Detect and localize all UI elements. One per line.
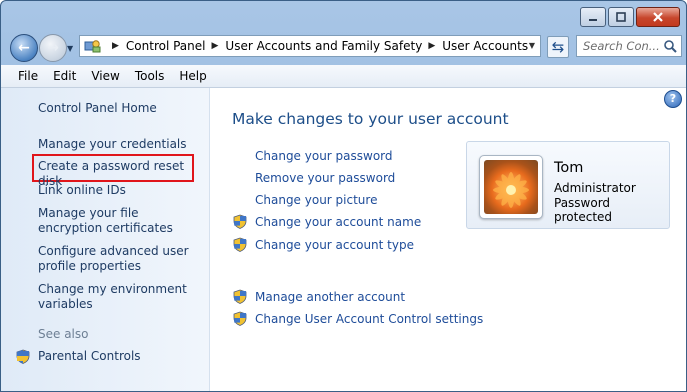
chevron-down-icon: ▼ — [67, 44, 74, 53]
uac-settings-link[interactable]: Change User Account Control settings — [255, 312, 483, 326]
refresh-button[interactable]: ⇆ — [547, 36, 569, 58]
user-password-status: Password protected — [554, 196, 613, 224]
task-pane: Control Panel Home Manage your credentia… — [1, 88, 210, 391]
breadcrumb-label: User Accounts and Family Safety — [225, 39, 423, 53]
search-icon[interactable] — [663, 39, 677, 53]
back-button[interactable]: ← — [10, 34, 38, 62]
page-title: Make changes to your user account — [232, 110, 509, 128]
file-encryption-certificates-link[interactable]: Manage your file encryption certificates — [38, 206, 198, 236]
uac-shield-icon — [233, 214, 247, 229]
breadcrumb-separator-icon: ▶ — [211, 41, 219, 51]
forward-arrow-icon: → — [47, 40, 59, 56]
user-account-card: Tom Administrator Password protected — [466, 141, 670, 229]
flower-icon — [493, 172, 529, 208]
breadcrumb-item[interactable]: ▶ User Accounts and Family Safety — [206, 39, 423, 53]
manage-another-account-link[interactable]: Manage another account — [255, 290, 405, 304]
uac-shield-icon — [233, 237, 247, 252]
parental-controls-link[interactable]: Parental Controls — [38, 349, 141, 364]
menu-bar: File Edit View Tools Help — [1, 65, 686, 88]
breadcrumb-separator-icon: ▶ — [112, 41, 119, 51]
address-dropdown-icon[interactable]: ▼ — [529, 41, 535, 50]
breadcrumb-label: Control Panel — [125, 39, 206, 53]
breadcrumb-item[interactable]: ▶ User Accounts — [422, 39, 528, 53]
close-button[interactable] — [636, 7, 680, 27]
menu-help[interactable]: Help — [179, 69, 206, 83]
caption-buttons — [580, 7, 680, 27]
breadcrumb-label: User Accounts — [442, 39, 529, 53]
change-password-link[interactable]: Change your password — [255, 149, 393, 163]
search-input[interactable]: Search Con... — [583, 39, 660, 53]
menu-edit[interactable]: Edit — [53, 69, 76, 83]
maximize-icon — [616, 12, 626, 22]
link-online-ids-link[interactable]: Link online IDs — [38, 183, 126, 198]
environment-variables-link[interactable]: Change my environment variables — [38, 282, 198, 312]
breadcrumb-item[interactable]: ▶ Control Panel — [106, 39, 206, 53]
main-content: ? Make changes to your user account Chan… — [210, 88, 686, 391]
uac-shield-icon — [233, 311, 247, 326]
control-panel-home-link[interactable]: Control Panel Home — [38, 101, 157, 116]
refresh-icon: ⇆ — [551, 38, 565, 56]
change-account-type-link[interactable]: Change your account type — [255, 238, 414, 252]
search-box[interactable]: Search Con... — [576, 35, 682, 57]
breadcrumb-separator-icon: ▶ — [428, 41, 436, 51]
address-bar[interactable]: ▶ Control Panel ▶ User Accounts and Family… — [79, 35, 541, 57]
change-account-name-link[interactable]: Change your account name — [255, 215, 421, 229]
control-panel-icon — [84, 40, 101, 53]
minimize-icon — [589, 19, 597, 21]
forward-button[interactable]: → — [39, 34, 67, 62]
avatar-picture — [484, 160, 538, 214]
uac-shield-icon — [16, 349, 30, 364]
navigation-bar: ← → ▼ ▶ Control Panel ▶ User Accounts and … — [1, 31, 686, 63]
see-also-heading: See also — [38, 327, 89, 341]
menu-tools[interactable]: Tools — [135, 69, 165, 83]
help-icon[interactable]: ? — [664, 90, 682, 108]
menu-view[interactable]: View — [91, 69, 119, 83]
menu-file[interactable]: File — [18, 69, 38, 83]
close-icon — [653, 12, 663, 22]
user-role: Administrator — [554, 181, 636, 195]
advanced-profile-properties-link[interactable]: Configure advanced user profile properti… — [38, 244, 198, 274]
maximize-button[interactable] — [608, 7, 634, 27]
back-arrow-icon: ← — [18, 40, 30, 56]
window: ← → ▼ ▶ Control Panel ▶ User Accounts and … — [0, 0, 687, 392]
manage-credentials-link[interactable]: Manage your credentials — [38, 137, 187, 152]
user-avatar[interactable] — [479, 155, 543, 219]
recent-pages-dropdown[interactable]: ▼ — [67, 44, 73, 53]
title-bar — [1, 1, 686, 31]
remove-password-link[interactable]: Remove your password — [255, 171, 395, 185]
minimize-button[interactable] — [580, 7, 606, 27]
user-name: Tom — [554, 160, 584, 176]
change-picture-link[interactable]: Change your picture — [255, 193, 377, 207]
uac-shield-icon — [233, 289, 247, 304]
